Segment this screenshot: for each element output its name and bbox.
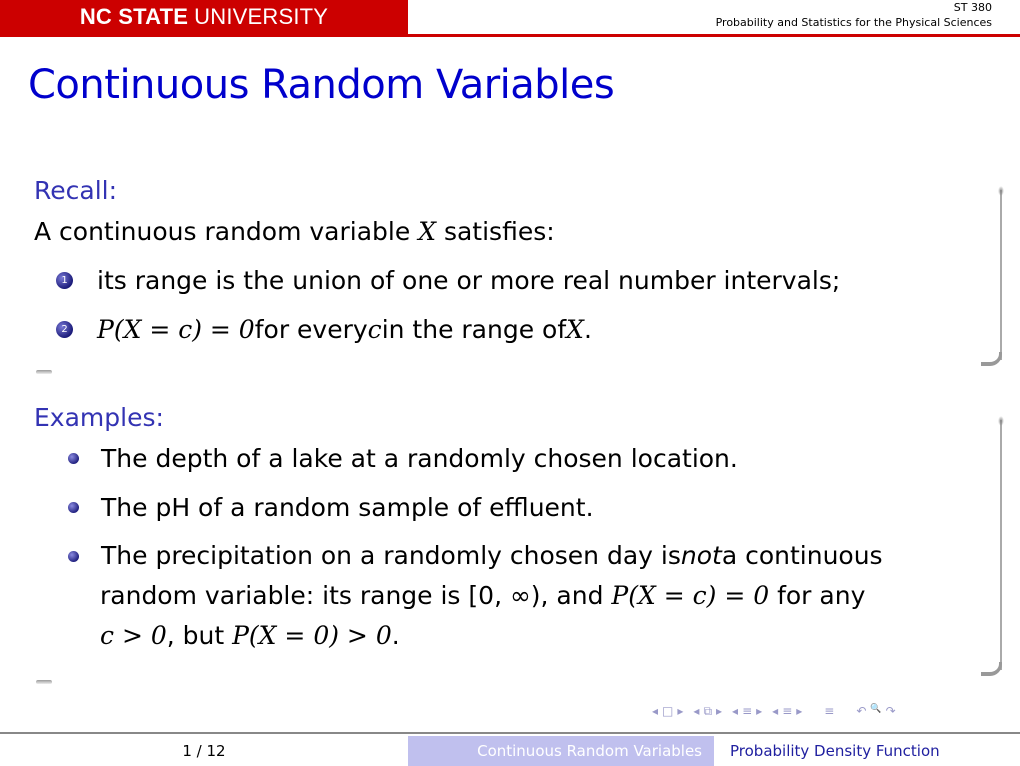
- text: .: [391, 621, 400, 650]
- nav-next-doc-icon[interactable]: ▸: [796, 704, 802, 719]
- beamer-navigation: ◂ □ ▸ ◂ ⧉ ▸ ◂ ≡ ▸ ◂ ≡ ▸ ≡ ↶ 🔍 ↷: [652, 704, 896, 719]
- examples-heading: Examples:: [34, 403, 164, 432]
- header-bar: NC STATE UNIVERSITY ST 380 Probability a…: [0, 0, 1020, 37]
- text: for any: [769, 581, 866, 610]
- text: for every: [254, 315, 368, 344]
- course-name: Probability and Statistics for the Physi…: [715, 16, 992, 29]
- enum-number-2-icon: 2: [56, 321, 73, 338]
- logo-rest: UNIVERSITY: [194, 4, 329, 29]
- footer-subsection[interactable]: Probability Density Function: [714, 736, 1020, 766]
- nav-prev-frame-icon[interactable]: ◂: [652, 704, 658, 719]
- recall-block: Recall: A continuous random variable X s…: [34, 176, 1004, 354]
- example-item-cont: random variable: its range is [0, ∞), an…: [100, 576, 1004, 616]
- math-var: c: [367, 315, 382, 344]
- header-divider: [0, 34, 1020, 37]
- math-expr: P(X = c) = 0: [611, 581, 770, 610]
- bullet-icon: [68, 453, 79, 464]
- nav-next-section-icon[interactable]: ▸: [756, 704, 762, 719]
- university-logo: NC STATE UNIVERSITY: [0, 0, 408, 34]
- math-var: X: [566, 315, 584, 344]
- bullet-icon: [68, 550, 79, 562]
- nav-frame-icon[interactable]: □: [662, 704, 673, 719]
- intro-post: satisfies:: [436, 217, 555, 246]
- nav-appendix-icon[interactable]: ≡: [824, 704, 834, 719]
- page-number: 1 / 12: [182, 742, 226, 760]
- block-shadow-right: [981, 416, 1004, 676]
- block-shadow-left: [36, 680, 52, 684]
- nav-next-subsection-icon[interactable]: ▸: [716, 704, 722, 719]
- enum-item-text: its range is the union of one or more re…: [97, 266, 841, 295]
- enum-item-1: 1 its range is the union of one or more …: [56, 256, 1004, 305]
- recall-intro: A continuous random variable X satisfies…: [34, 207, 1004, 256]
- text: , but: [166, 621, 233, 650]
- nav-prev-section-icon[interactable]: ◂: [732, 704, 738, 719]
- nav-subsection-icon[interactable]: ⧉: [703, 704, 712, 719]
- footer-bar: 1 / 12 Continuous Random Variables Proba…: [0, 732, 1020, 766]
- intro-text: A continuous random variable: [34, 217, 419, 246]
- block-shadow-right: [981, 186, 1004, 366]
- enum-item-2: 2 P(X = c) = 0 for every c in the range …: [56, 305, 1004, 354]
- enum-number-1-icon: 1: [56, 272, 73, 289]
- course-code: ST 380: [953, 1, 992, 14]
- text: The precipitation on a randomly chosen d…: [101, 541, 681, 570]
- nav-forward-icon[interactable]: ↷: [886, 704, 896, 719]
- recall-heading: Recall:: [34, 176, 118, 205]
- bullet-icon: [68, 502, 79, 513]
- example-item: The pH of a random sample of effluent.: [68, 483, 1004, 532]
- examples-block: Examples: The depth of a lake at a rando…: [34, 403, 1004, 656]
- block-shadow-left: [36, 370, 52, 374]
- slide-title: Continuous Random Variables: [28, 62, 615, 108]
- text: .: [583, 315, 592, 344]
- example-item: The precipitation on a randomly chosen d…: [68, 536, 1004, 576]
- math-expr: c > 0: [100, 621, 167, 650]
- footer-section[interactable]: Continuous Random Variables: [408, 736, 714, 766]
- example-item: The depth of a lake at a randomly chosen…: [68, 434, 1004, 483]
- text: random variable: its range is [0, ∞), an…: [100, 581, 612, 610]
- nav-back-icon[interactable]: ↶: [856, 704, 866, 719]
- math-expr: P(X = c) = 0: [97, 315, 255, 344]
- text: in the range of: [381, 315, 567, 344]
- text: a continuous: [721, 541, 883, 570]
- nav-prev-doc-icon[interactable]: ◂: [772, 704, 778, 719]
- example-text: The depth of a lake at a randomly chosen…: [101, 444, 738, 473]
- intro-var: X: [418, 217, 437, 246]
- emphasis: not: [680, 541, 722, 570]
- math-expr: P(X = 0) > 0: [232, 621, 392, 650]
- nav-section-icon[interactable]: ≡: [742, 704, 752, 719]
- logo-bold: NC STATE: [79, 4, 189, 29]
- example-text: The pH of a random sample of effluent.: [101, 493, 594, 522]
- nav-doc-icon[interactable]: ≡: [782, 704, 792, 719]
- nav-search-icon[interactable]: 🔍: [870, 704, 881, 719]
- example-item-cont: c > 0, but P(X = 0) > 0.: [100, 616, 1004, 656]
- nav-next-frame-icon[interactable]: ▸: [677, 704, 683, 719]
- nav-prev-subsection-icon[interactable]: ◂: [693, 704, 699, 719]
